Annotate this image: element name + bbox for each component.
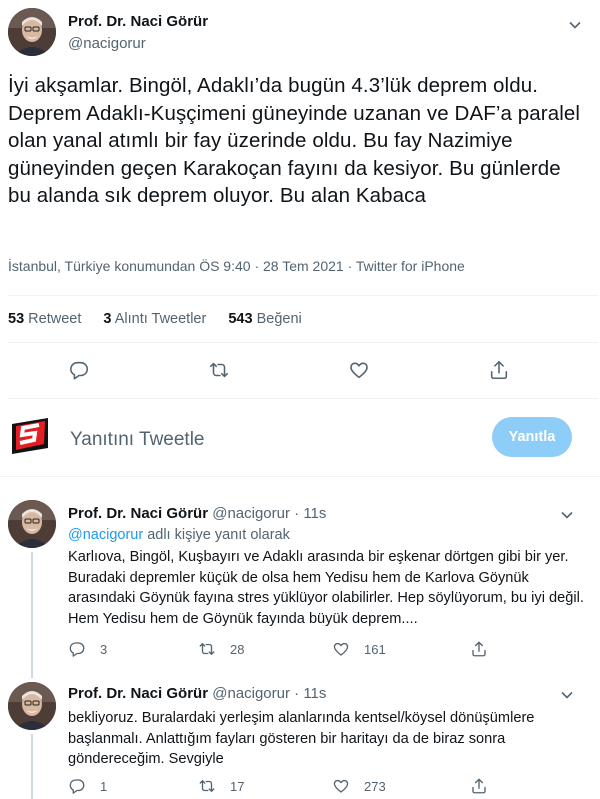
reply-count: 1 [100, 778, 108, 794]
retweet-icon[interactable] [208, 359, 230, 381]
tweet-meta[interactable]: İstanbul, Türkiye konumundan ÖS 9:40 · 2… [8, 258, 465, 274]
thread-connector [31, 552, 33, 678]
share-action[interactable] [470, 777, 488, 795]
caret-down-icon[interactable] [560, 688, 574, 702]
reply-action[interactable]: 1 [68, 777, 107, 795]
avatar[interactable] [8, 682, 56, 730]
like-stat[interactable]: 543 Beğeni [228, 311, 301, 327]
like-count: 273 [364, 778, 386, 794]
like-count: 161 [364, 641, 386, 657]
divider [8, 295, 598, 296]
author-name[interactable]: Prof. Dr. Naci Görür [68, 685, 208, 702]
like-icon[interactable] [332, 640, 350, 658]
reply-action-bar: 3 28 161 [68, 640, 588, 660]
like-action[interactable]: 273 [332, 777, 386, 795]
retweet-action[interactable]: 17 [198, 777, 244, 795]
like-icon[interactable] [348, 359, 370, 381]
reply-action[interactable]: 3 [68, 640, 107, 658]
reply-text: bekliyoruz. Buralardaki yerleşim alanlar… [68, 710, 535, 767]
share-icon[interactable] [470, 777, 488, 795]
reply-count: 3 [100, 641, 108, 657]
reply-header: Prof. Dr. Naci Görür @nacigorur · 11s [68, 685, 327, 702]
retweet-action[interactable]: 28 [198, 640, 244, 658]
replying-to: @nacigorur adlı kişiye yanıt olarak [68, 527, 290, 543]
divider [8, 398, 598, 399]
share-icon[interactable] [470, 640, 488, 658]
retweet-stat[interactable]: 53 Retweet [8, 311, 81, 327]
tweet-page: Prof. Dr. Naci Görür @nacigorur İyi akşa… [0, 0, 600, 799]
reply-action-bar: 1 17 273 [68, 777, 588, 797]
divider [8, 342, 598, 343]
tweet-action-bar [0, 356, 600, 386]
reply-composer: Yanıtını Tweetle Yanıtla [0, 404, 600, 474]
thread-connector [31, 734, 33, 799]
author-handle[interactable]: @nacigorur [212, 505, 290, 522]
share-action[interactable] [470, 640, 488, 658]
retweet-count: 17 [230, 778, 245, 794]
avatar[interactable] [8, 8, 56, 56]
author-name[interactable]: Prof. Dr. Naci Görür [68, 13, 208, 30]
retweet-icon[interactable] [198, 777, 216, 795]
caret-down-icon[interactable] [568, 18, 582, 32]
reply-tweet[interactable]: Prof. Dr. Naci Görür @nacigorur · 11s @n… [0, 490, 600, 678]
divider [0, 476, 600, 477]
reply-input[interactable]: Yanıtını Tweetle [70, 429, 205, 451]
reply-button[interactable]: Yanıtla [492, 417, 572, 457]
author-name[interactable]: Prof. Dr. Naci Görür [68, 505, 208, 522]
retweet-icon[interactable] [198, 640, 216, 658]
timestamp[interactable]: 11s [303, 505, 326, 522]
caret-down-icon[interactable] [560, 508, 574, 522]
tweet-text: İyi akşamlar. Bingöl, Adaklı’da bugün 4.… [8, 74, 581, 207]
reply-text: Karlıova, Bingöl, Kuşbayırı ve Adaklı ar… [68, 549, 584, 627]
author-handle[interactable]: @nacigorur [212, 685, 290, 702]
reply-tweet[interactable]: Prof. Dr. Naci Görür @nacigorur · 11s be… [0, 674, 600, 799]
reply-icon[interactable] [68, 359, 90, 381]
avatar[interactable] [8, 500, 56, 548]
tweet-stats: 53 Retweet 3 Alıntı Tweetler 543 Beğeni [8, 311, 320, 327]
main-tweet-author: Prof. Dr. Naci Görür @nacigorur [8, 8, 598, 60]
reply-icon[interactable] [68, 640, 86, 658]
share-icon[interactable] [488, 359, 510, 381]
reply-icon[interactable] [68, 777, 86, 795]
timestamp[interactable]: 11s [303, 685, 326, 702]
brand-logo [8, 414, 52, 458]
like-action[interactable]: 161 [332, 640, 386, 658]
quote-stat[interactable]: 3 Alıntı Tweetler [103, 311, 206, 327]
author-handle[interactable]: @nacigorur [68, 35, 146, 52]
retweet-count: 28 [230, 641, 245, 657]
reply-to-handle[interactable]: @nacigorur [68, 527, 143, 543]
like-icon[interactable] [332, 777, 350, 795]
reply-header: Prof. Dr. Naci Görür @nacigorur · 11s [68, 505, 327, 522]
